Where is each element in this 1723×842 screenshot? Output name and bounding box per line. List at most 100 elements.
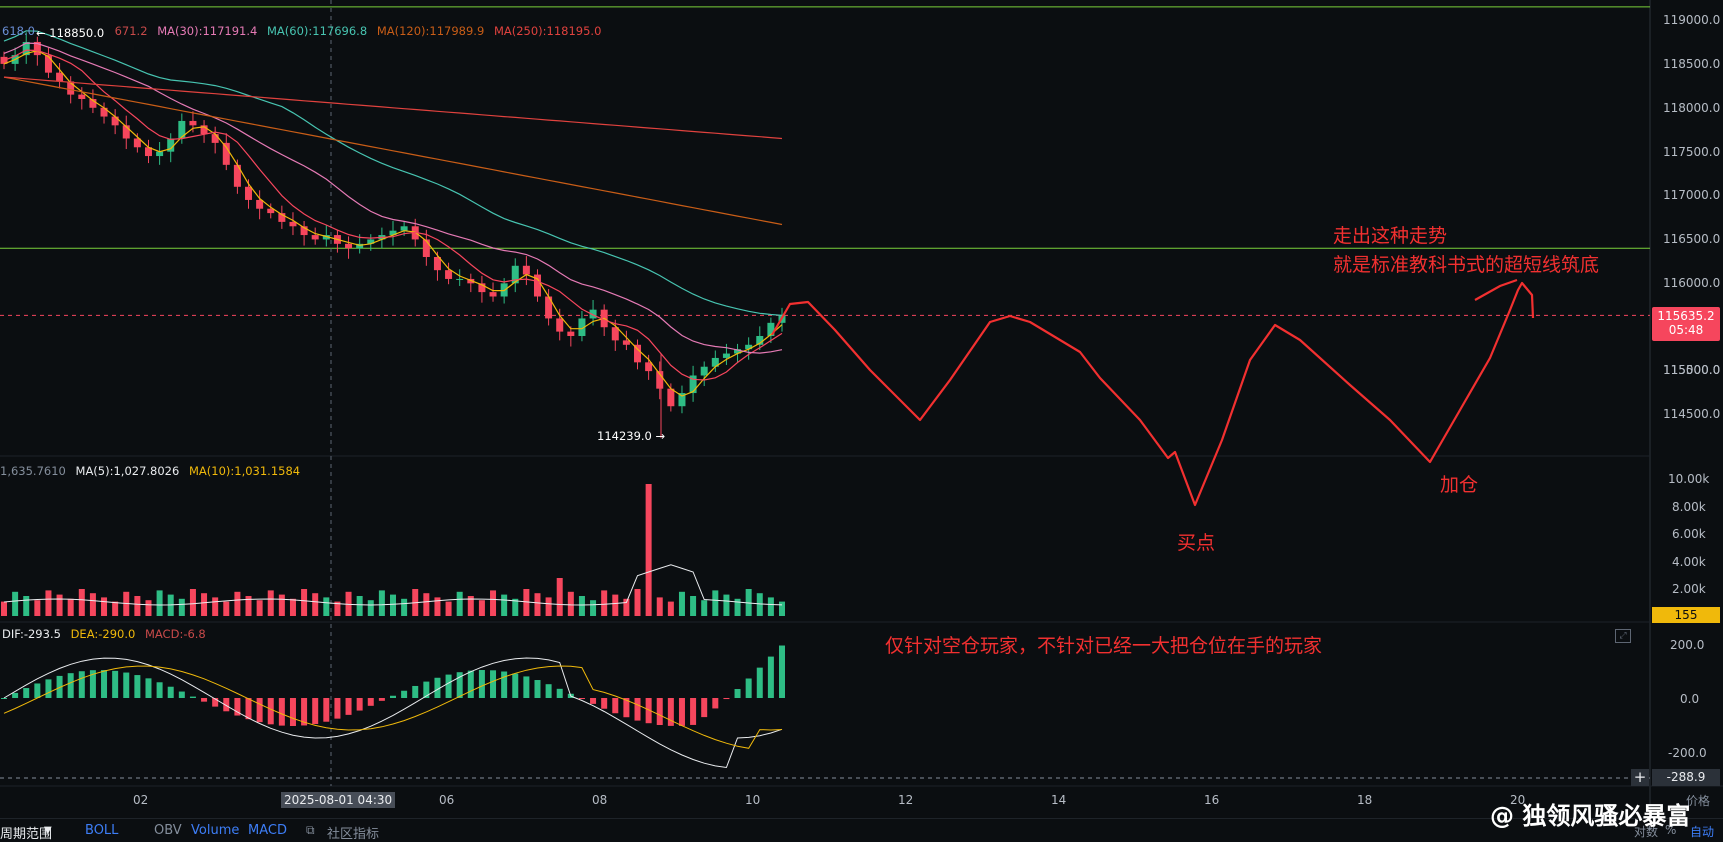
annotation-add-position: 加仓 bbox=[1440, 474, 1479, 496]
candle-body bbox=[556, 318, 564, 332]
high-price-marker: ← 118850.0 bbox=[36, 26, 104, 40]
chevron-down-icon[interactable]: ▼ bbox=[44, 825, 52, 836]
volume-bar bbox=[423, 593, 430, 616]
macd-histogram-bar bbox=[178, 691, 185, 698]
macd-tick: 0.0 bbox=[1680, 692, 1700, 706]
macd-histogram-bar bbox=[156, 682, 163, 698]
trading-chart-screen: 618.0 671.2 MA(30):117191.4 MA(60):11769… bbox=[0, 0, 1723, 842]
volume-bar bbox=[12, 591, 19, 616]
volume-bar bbox=[590, 600, 597, 616]
macd-histogram-bar bbox=[779, 645, 785, 698]
macd-histogram-bar bbox=[1, 698, 7, 699]
candle-body bbox=[667, 388, 675, 407]
chart-canvas[interactable] bbox=[0, 0, 1723, 840]
macd-histogram-bar bbox=[490, 670, 497, 698]
candle-body bbox=[222, 142, 230, 165]
volume-bar bbox=[634, 589, 641, 616]
candle-body bbox=[567, 331, 575, 336]
volume-bar bbox=[67, 598, 74, 616]
volume-bar bbox=[267, 590, 274, 616]
macd-histogram-bar bbox=[78, 671, 85, 698]
high-arrow-icon: ← bbox=[36, 26, 46, 40]
community-indicators-link[interactable]: 社区指标 bbox=[327, 823, 379, 842]
macd-histogram-bar bbox=[167, 686, 174, 698]
macd-add-button[interactable]: + bbox=[1631, 769, 1649, 786]
indicator-toolbar: 周期范围 ▼ BOLL OBV Volume MACD ⧉ 社区指标 对数 % … bbox=[0, 818, 1723, 842]
macd-histogram-bar bbox=[512, 673, 519, 698]
macd-dif-line bbox=[3, 657, 783, 769]
macd-histogram-bar bbox=[767, 656, 774, 698]
macd-histogram-bar bbox=[478, 670, 485, 698]
macd-histogram-bar bbox=[45, 679, 52, 698]
current-price-value: 115635.2 bbox=[1657, 309, 1715, 323]
indicator-volume[interactable]: Volume bbox=[191, 823, 239, 838]
macd-histogram-bar bbox=[556, 688, 563, 698]
macd-dea-line bbox=[3, 665, 783, 749]
volume-bar bbox=[723, 594, 730, 616]
volume-bar bbox=[478, 600, 485, 616]
volume-tick: 4.00k bbox=[1672, 555, 1706, 569]
volume-tick: 2.00k bbox=[1672, 582, 1706, 596]
indicator-obv[interactable]: OBV bbox=[154, 823, 182, 838]
expand-pane-icon[interactable]: ⤢ bbox=[1615, 629, 1631, 643]
macd-histogram-bar bbox=[678, 698, 685, 726]
macd-histogram-bar bbox=[323, 698, 330, 722]
volume-bar bbox=[378, 590, 385, 616]
macd-histogram-bar bbox=[412, 685, 419, 698]
macd-histogram-bar bbox=[201, 698, 208, 702]
macd-histogram-bar bbox=[289, 698, 296, 726]
crosshair-time-label: 2025-08-01 04:30 bbox=[281, 792, 396, 808]
volume-bar bbox=[45, 590, 52, 616]
macd-histogram-bar bbox=[312, 698, 319, 725]
volume-bar bbox=[156, 590, 163, 616]
annotation-buy-point: 买点 bbox=[1177, 532, 1216, 554]
macd-histogram-bar bbox=[501, 671, 508, 698]
macd-histogram-bar bbox=[189, 696, 196, 698]
volume-bar bbox=[390, 594, 396, 616]
hand-drawn-projection-path bbox=[771, 281, 1535, 507]
macd-histogram-bar bbox=[12, 692, 19, 698]
macd-histogram-bar bbox=[256, 698, 263, 723]
ma30-legend: MA(30):117191.4 bbox=[157, 24, 258, 38]
volume-bar bbox=[145, 600, 152, 616]
time-tick: 10 bbox=[745, 793, 761, 807]
time-tick: 18 bbox=[1357, 793, 1373, 807]
candle-body bbox=[256, 199, 264, 209]
volume-ma10-legend: MA(10):1,031.1584 bbox=[188, 464, 301, 478]
volume-bar bbox=[56, 594, 63, 616]
volume-tick: 10.00k bbox=[1668, 472, 1710, 486]
volume-bar bbox=[756, 593, 763, 616]
volume-bar bbox=[645, 484, 652, 616]
volume-bar bbox=[234, 591, 241, 616]
volume-bar bbox=[712, 590, 719, 616]
auto-scale-toggle[interactable]: 自动 bbox=[1690, 823, 1714, 840]
candle-body bbox=[522, 265, 530, 275]
macd-histogram-bar bbox=[578, 698, 585, 699]
macd-histogram-bar bbox=[112, 670, 119, 698]
macd-histogram-bar bbox=[334, 698, 341, 719]
volume-bar bbox=[89, 593, 96, 616]
ma250-line bbox=[3, 76, 783, 140]
volume-bar bbox=[278, 594, 285, 616]
candle-body bbox=[345, 243, 353, 249]
volume-bar bbox=[779, 601, 785, 616]
volume-bar bbox=[78, 589, 85, 616]
price-tick: 117500.0 bbox=[1663, 145, 1721, 159]
volume-bar bbox=[134, 596, 141, 616]
indicator-macd[interactable]: MACD bbox=[248, 823, 287, 838]
indicator-boll[interactable]: BOLL bbox=[85, 823, 118, 838]
volume-bar bbox=[545, 597, 552, 616]
macd-histogram-bar bbox=[712, 698, 719, 709]
macd-histogram-bar bbox=[734, 689, 741, 698]
macd-histogram-bar bbox=[345, 698, 352, 715]
annotation-trend-line2: 就是标准教科书式的超短线筑底 bbox=[1333, 254, 1600, 276]
volume-bar bbox=[767, 597, 774, 616]
volume-bar bbox=[678, 591, 685, 616]
volume-bar bbox=[401, 598, 408, 616]
macd-histogram-bar bbox=[23, 688, 30, 698]
volume-bar bbox=[445, 601, 452, 616]
annotation-note: 仅针对空仓玩家，不针对已经一大把仓位在手的玩家 bbox=[885, 635, 1323, 657]
candle-body bbox=[445, 270, 453, 279]
macd-histogram-bar bbox=[523, 676, 530, 698]
volume-bar bbox=[312, 593, 319, 616]
